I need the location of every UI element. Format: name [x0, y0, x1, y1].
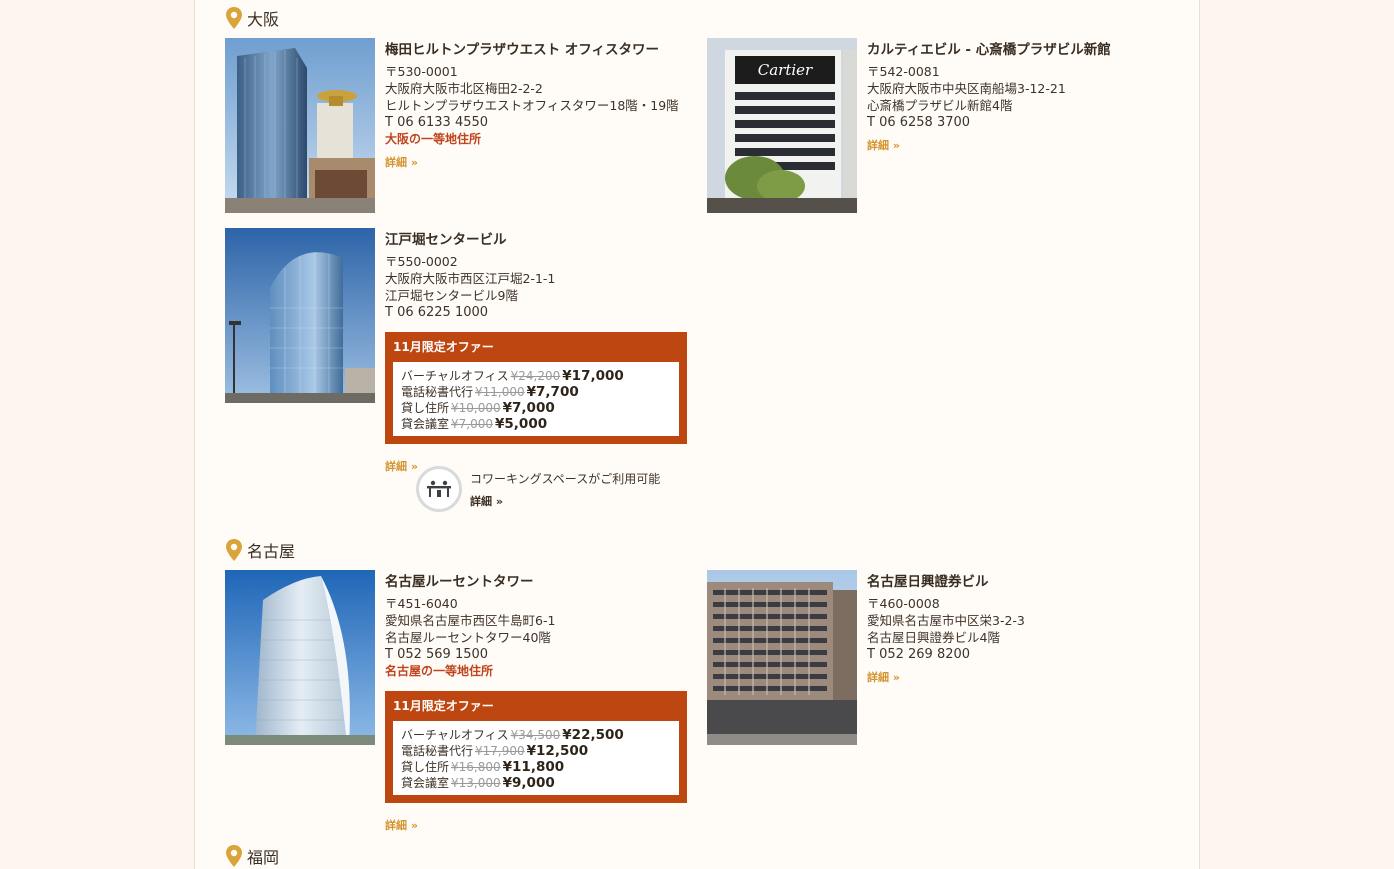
detail-link[interactable]: 詳細 »: [867, 137, 1177, 153]
office-photo[interactable]: [225, 570, 375, 745]
prime-address-note: 大阪の一等地住所: [385, 132, 482, 146]
address-line-2: ヒルトンプラザウエストオフィスタワー18階・19階: [385, 98, 679, 113]
new-price: ¥9,000: [502, 775, 555, 791]
phone-number: T 06 6133 4550: [385, 115, 489, 130]
service-label: バーチャルオフィス: [401, 728, 509, 742]
city-name: 名古屋: [247, 542, 296, 561]
city-heading-osaka: 大阪: [225, 6, 279, 30]
address-line-2: 名古屋ルーセントタワー40階: [385, 630, 551, 645]
postal-code: 〒460-0008: [867, 596, 940, 611]
service-label: 貸し住所: [401, 760, 450, 774]
new-price: ¥5,000: [495, 416, 548, 432]
phone-number: T 052 269 8200: [867, 647, 971, 662]
map-pin-icon: [226, 7, 242, 29]
old-price: ¥10,000: [451, 401, 501, 415]
office-photo[interactable]: Cartier: [707, 38, 857, 213]
service-label: 電話秘書代行: [401, 385, 474, 399]
service-label: 電話秘書代行: [401, 744, 474, 758]
office-name[interactable]: 名古屋日興證券ビル: [867, 570, 1177, 590]
office-name[interactable]: 江戸堀センタービル: [385, 228, 695, 248]
old-price: ¥16,800: [451, 760, 501, 774]
address-line-2: 江戸堀センタービル9階: [385, 288, 518, 303]
detail-link[interactable]: 詳細 »: [867, 669, 1177, 685]
office-name[interactable]: 名古屋ルーセントタワー: [385, 570, 695, 590]
office-photo[interactable]: [707, 570, 857, 745]
address-line-1: 愛知県名古屋市中区栄3-2-3: [867, 613, 1025, 628]
old-price: ¥17,900: [475, 744, 525, 758]
offer-row: バーチャルオフィス ¥34,500 ¥22,500: [401, 727, 671, 743]
address-line-2: 心斎橋プラザビル新館4階: [867, 98, 1013, 113]
coworking-text: コワーキングスペースがご利用可能: [470, 472, 661, 486]
postal-code: 〒451-6040: [385, 596, 458, 611]
old-price: ¥24,200: [510, 369, 561, 383]
limited-offer-box: 11月限定オファー バーチャルオフィス ¥34,500 ¥22,500 電話秘書代行…: [385, 691, 687, 803]
address-line-1: 大阪府大阪市北区梅田2-2-2: [385, 81, 543, 96]
new-price: ¥7,700: [526, 384, 579, 400]
limited-offer-box: 11月限定オファー バーチャルオフィス ¥24,200 ¥17,000 電話秘書代行…: [385, 332, 687, 444]
coworking-desk-icon[interactable]: [416, 466, 462, 512]
service-label: 貸し住所: [401, 401, 450, 415]
postal-code: 〒550-0002: [385, 254, 458, 269]
city-name: 福岡: [247, 848, 280, 867]
new-price: ¥17,000: [562, 368, 624, 384]
service-label: 貸会議室: [401, 417, 450, 431]
office-list-page: 大阪 梅田ヒルトンプラザウエスト オフィスタワー 〒530-0001 大阪府大阪…: [194, 0, 1200, 869]
offer-price-list: バーチャルオフィス ¥34,500 ¥22,500 電話秘書代行 ¥17,900 ¥12…: [393, 721, 679, 795]
offer-row: バーチャルオフィス ¥24,200 ¥17,000: [401, 368, 671, 384]
prime-address-note: 名古屋の一等地住所: [385, 664, 494, 678]
office-name[interactable]: 梅田ヒルトンプラザウエスト オフィスタワー: [385, 38, 695, 58]
offer-title: 11月限定オファー: [393, 340, 494, 354]
old-price: ¥7,000: [451, 417, 494, 431]
address-line-1: 大阪府大阪市西区江戸堀2-1-1: [385, 271, 556, 286]
service-label: バーチャルオフィス: [401, 369, 509, 383]
map-pin-icon: [226, 845, 242, 867]
offer-row: 電話秘書代行 ¥11,000 ¥7,700: [401, 384, 671, 400]
address-line-2: 名古屋日興證券ビル4階: [867, 630, 1000, 645]
new-price: ¥22,500: [562, 727, 624, 743]
coworking-detail-link[interactable]: 詳細 »: [470, 493, 660, 509]
offer-row: 電話秘書代行 ¥17,900 ¥12,500: [401, 743, 671, 759]
old-price: ¥34,500: [510, 728, 561, 742]
postal-code: 〒530-0001: [385, 64, 458, 79]
address-line-1: 大阪府大阪市中央区南船場3-12-21: [867, 81, 1066, 96]
office-photo[interactable]: [225, 228, 375, 403]
address-line-1: 愛知県名古屋市西区牛島町6-1: [385, 613, 556, 628]
office-photo[interactable]: [225, 38, 375, 213]
old-price: ¥13,000: [451, 776, 501, 790]
phone-number: T 06 6258 3700: [867, 115, 971, 130]
new-price: ¥12,500: [526, 743, 589, 759]
new-price: ¥7,000: [502, 400, 555, 416]
city-name: 大阪: [247, 10, 280, 29]
new-price: ¥11,800: [502, 759, 565, 775]
coworking-notice[interactable]: コワーキングスペースがご利用可能 詳細 »: [416, 466, 661, 512]
postal-code: 〒542-0081: [867, 64, 940, 79]
offer-row: 貸し住所 ¥10,000 ¥7,000: [401, 400, 671, 416]
detail-link[interactable]: 詳細 »: [385, 817, 695, 833]
city-heading-nagoya: 名古屋: [225, 538, 295, 562]
offer-title: 11月限定オファー: [393, 699, 494, 713]
detail-link[interactable]: 詳細 »: [385, 154, 695, 170]
map-pin-icon: [226, 539, 242, 561]
store-sign: Cartier: [758, 61, 813, 79]
phone-number: T 052 569 1500: [385, 647, 489, 662]
offer-price-list: バーチャルオフィス ¥24,200 ¥17,000 電話秘書代行 ¥11,000 ¥7,…: [393, 362, 679, 436]
offer-row: 貸会議室 ¥13,000 ¥9,000: [401, 775, 671, 791]
offer-row: 貸し住所 ¥16,800 ¥11,800: [401, 759, 671, 775]
city-heading-fukuoka: 福岡: [225, 844, 279, 868]
phone-number: T 06 6225 1000: [385, 305, 489, 320]
service-label: 貸会議室: [401, 776, 450, 790]
office-name[interactable]: カルティエビル - 心斎橋プラザビル新館: [867, 38, 1177, 58]
old-price: ¥11,000: [475, 385, 525, 399]
offer-row: 貸会議室 ¥7,000 ¥5,000: [401, 416, 671, 432]
